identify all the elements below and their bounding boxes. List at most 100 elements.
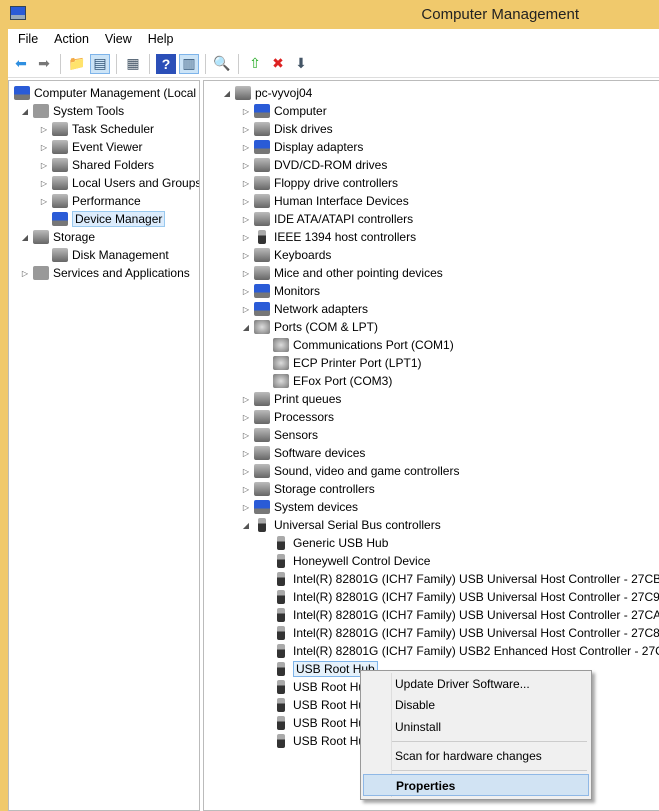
tree-item-ecp-printer-port-lpt1[interactable]: ECP Printer Port (LPT1) bbox=[260, 354, 421, 372]
tree-item-display-adapters[interactable]: ▷ Display adapters bbox=[241, 138, 363, 156]
tree-item-intel-r-82801g-ich7-family-usb-universal-host-controller-27cb[interactable]: Intel(R) 82801G (ICH7 Family) USB Univer… bbox=[260, 570, 659, 588]
tree-item-usb-root-hub[interactable]: USB Root Hub bbox=[260, 696, 372, 714]
menu-item-disable[interactable]: Disable bbox=[363, 694, 589, 716]
device-icon bbox=[254, 482, 270, 496]
collapsed-arrow-icon[interactable]: ▷ bbox=[241, 287, 251, 296]
collapsed-arrow-icon[interactable]: ▷ bbox=[241, 503, 251, 512]
tree-item-efox-port-com3[interactable]: EFox Port (COM3) bbox=[260, 372, 392, 390]
tree-item-storage[interactable]: ◢ Storage bbox=[20, 228, 95, 246]
expanded-arrow-icon[interactable]: ◢ bbox=[20, 233, 30, 242]
collapsed-arrow-icon[interactable]: ▷ bbox=[241, 251, 251, 260]
tree-item-ports-com-lpt[interactable]: ◢ Ports (COM & LPT) bbox=[241, 318, 378, 336]
tree-item-services-and-applications[interactable]: ▷ Services and Applications bbox=[20, 264, 190, 282]
collapsed-arrow-icon[interactable]: ▷ bbox=[241, 179, 251, 188]
collapsed-arrow-icon[interactable]: ▷ bbox=[241, 395, 251, 404]
tree-item-dvd-cd-rom-drives[interactable]: ▷ DVD/CD-ROM drives bbox=[241, 156, 387, 174]
back-arrow-icon[interactable]: ⬅ bbox=[11, 54, 31, 74]
collapsed-arrow-icon[interactable]: ▷ bbox=[241, 125, 251, 134]
expanded-arrow-icon[interactable]: ◢ bbox=[241, 323, 251, 332]
help-icon[interactable]: ? bbox=[156, 53, 176, 74]
scan-hardware-icon[interactable]: 🔍 bbox=[212, 54, 232, 74]
tree-item-storage-controllers[interactable]: ▷ Storage controllers bbox=[241, 480, 375, 498]
tree-item-floppy-drive-controllers[interactable]: ▷ Floppy drive controllers bbox=[241, 174, 398, 192]
tree-item-mice-and-other-pointing-devices[interactable]: ▷ Mice and other pointing devices bbox=[241, 264, 443, 282]
tree-item-monitors[interactable]: ▷ Monitors bbox=[241, 282, 320, 300]
collapsed-arrow-icon[interactable]: ▷ bbox=[241, 215, 251, 224]
collapsed-arrow-icon[interactable]: ▷ bbox=[39, 161, 49, 170]
tree-item-computer-management-local[interactable]: Computer Management (Local bbox=[9, 84, 196, 102]
collapsed-arrow-icon[interactable]: ▷ bbox=[241, 431, 251, 440]
tree-item-sound-video-and-game-controllers[interactable]: ▷ Sound, video and game controllers bbox=[241, 462, 459, 480]
tree-item-generic-usb-hub[interactable]: Generic USB Hub bbox=[260, 534, 388, 552]
collapsed-arrow-icon[interactable]: ▷ bbox=[241, 269, 251, 278]
tree-item-pc-vyvoj04[interactable]: ◢ pc-vyvoj04 bbox=[222, 84, 312, 102]
collapsed-arrow-icon[interactable]: ▷ bbox=[39, 143, 49, 152]
expanded-arrow-icon[interactable]: ◢ bbox=[20, 107, 30, 116]
tree-item-print-queues[interactable]: ▷ Print queues bbox=[241, 390, 341, 408]
tree-item-universal-serial-bus-controllers[interactable]: ◢ Universal Serial Bus controllers bbox=[241, 516, 441, 534]
tree-item-usb-root-hub[interactable]: USB Root Hub bbox=[260, 732, 372, 750]
collapsed-arrow-icon[interactable]: ▷ bbox=[241, 233, 251, 242]
menu-item-uninstall[interactable]: Uninstall bbox=[363, 716, 589, 738]
show-action-pane-icon[interactable]: ▥ bbox=[179, 53, 199, 74]
menu-item-scan-hardware[interactable]: Scan for hardware changes bbox=[363, 745, 589, 767]
tree-item-software-devices[interactable]: ▷ Software devices bbox=[241, 444, 365, 462]
collapsed-arrow-icon[interactable]: ▷ bbox=[20, 269, 30, 278]
collapsed-arrow-icon[interactable]: ▷ bbox=[39, 197, 49, 206]
tree-item-performance[interactable]: ▷ Performance bbox=[39, 192, 141, 210]
tree-item-intel-r-82801g-ich7-family-usb-universal-host-controller-27c9[interactable]: Intel(R) 82801G (ICH7 Family) USB Univer… bbox=[260, 588, 659, 606]
menu-file[interactable]: File bbox=[10, 29, 46, 50]
tree-item-disk-drives[interactable]: ▷ Disk drives bbox=[241, 120, 333, 138]
up-folder-icon[interactable]: 📁 bbox=[67, 54, 87, 74]
tree-item-ieee-1394-host-controllers[interactable]: ▷ IEEE 1394 host controllers bbox=[241, 228, 416, 246]
tree-item-communications-port-com1[interactable]: Communications Port (COM1) bbox=[260, 336, 454, 354]
collapsed-arrow-icon[interactable]: ▷ bbox=[241, 161, 251, 170]
tree-item-local-users-and-groups[interactable]: ▷ Local Users and Groups bbox=[39, 174, 199, 192]
tree-item-honeywell-control-device[interactable]: Honeywell Control Device bbox=[260, 552, 430, 570]
collapsed-arrow-icon[interactable]: ▷ bbox=[241, 449, 251, 458]
tree-item-device-manager[interactable]: Device Manager bbox=[39, 210, 166, 228]
tree-item-intel-r-82801g-ich7-family-usb-universal-host-controller-27ca[interactable]: Intel(R) 82801G (ICH7 Family) USB Univer… bbox=[260, 606, 659, 624]
uninstall-icon[interactable]: ✖ bbox=[268, 54, 288, 74]
menu-help[interactable]: Help bbox=[140, 29, 182, 50]
tree-item-computer[interactable]: ▷ Computer bbox=[241, 102, 327, 120]
show-hide-console-tree-icon[interactable]: ▤ bbox=[90, 53, 110, 74]
collapsed-arrow-icon[interactable]: ▷ bbox=[241, 143, 251, 152]
tree-item-intel-r-82801g-ich7-family-usb-universal-host-controller-27c8[interactable]: Intel(R) 82801G (ICH7 Family) USB Univer… bbox=[260, 624, 659, 642]
menu-action[interactable]: Action bbox=[46, 29, 97, 50]
tree-item-task-scheduler[interactable]: ▷ Task Scheduler bbox=[39, 120, 154, 138]
menu-item-update-driver[interactable]: Update Driver Software... bbox=[363, 673, 589, 695]
collapsed-arrow-icon[interactable]: ▷ bbox=[241, 485, 251, 494]
update-driver-icon[interactable]: ⇧ bbox=[245, 54, 265, 74]
menu-bar: File Action View Help bbox=[8, 29, 659, 50]
tree-item-system-devices[interactable]: ▷ System devices bbox=[241, 498, 358, 516]
tree-item-system-tools[interactable]: ◢ System Tools bbox=[20, 102, 124, 120]
collapsed-arrow-icon[interactable]: ▷ bbox=[241, 413, 251, 422]
tree-item-processors[interactable]: ▷ Processors bbox=[241, 408, 334, 426]
tree-item-shared-folders[interactable]: ▷ Shared Folders bbox=[39, 156, 154, 174]
tree-item-network-adapters[interactable]: ▷ Network adapters bbox=[241, 300, 368, 318]
tree-item-ide-ata-atapi-controllers[interactable]: ▷ IDE ATA/ATAPI controllers bbox=[241, 210, 413, 228]
collapsed-arrow-icon[interactable]: ▷ bbox=[241, 197, 251, 206]
tree-item-usb-root-hub[interactable]: USB Root Hub bbox=[260, 714, 372, 732]
properties-icon[interactable]: ▦ bbox=[123, 54, 143, 74]
tree-item-sensors[interactable]: ▷ Sensors bbox=[241, 426, 318, 444]
collapsed-arrow-icon[interactable]: ▷ bbox=[39, 179, 49, 188]
tree-item-disk-management[interactable]: Disk Management bbox=[39, 246, 169, 264]
collapsed-arrow-icon[interactable]: ▷ bbox=[39, 125, 49, 134]
collapsed-arrow-icon[interactable]: ▷ bbox=[241, 107, 251, 116]
expanded-arrow-icon[interactable]: ◢ bbox=[222, 89, 232, 98]
forward-arrow-icon[interactable]: ➡ bbox=[34, 54, 54, 74]
menu-item-properties[interactable]: Properties bbox=[363, 774, 589, 796]
device-icon bbox=[235, 86, 251, 100]
expanded-arrow-icon[interactable]: ◢ bbox=[241, 521, 251, 530]
tree-item-usb-root-hub[interactable]: USB Root Hub bbox=[260, 678, 372, 696]
collapsed-arrow-icon[interactable]: ▷ bbox=[241, 467, 251, 476]
tree-item-intel-r-82801g-ich7-family-usb2-enhanced-host-controller-27cc[interactable]: Intel(R) 82801G (ICH7 Family) USB2 Enhan… bbox=[260, 642, 659, 660]
collapsed-arrow-icon[interactable]: ▷ bbox=[241, 305, 251, 314]
disable-icon[interactable]: ⬇ bbox=[291, 54, 311, 74]
tree-item-human-interface-devices[interactable]: ▷ Human Interface Devices bbox=[241, 192, 409, 210]
tree-item-event-viewer[interactable]: ▷ Event Viewer bbox=[39, 138, 142, 156]
tree-item-keyboards[interactable]: ▷ Keyboards bbox=[241, 246, 331, 264]
menu-view[interactable]: View bbox=[97, 29, 140, 50]
